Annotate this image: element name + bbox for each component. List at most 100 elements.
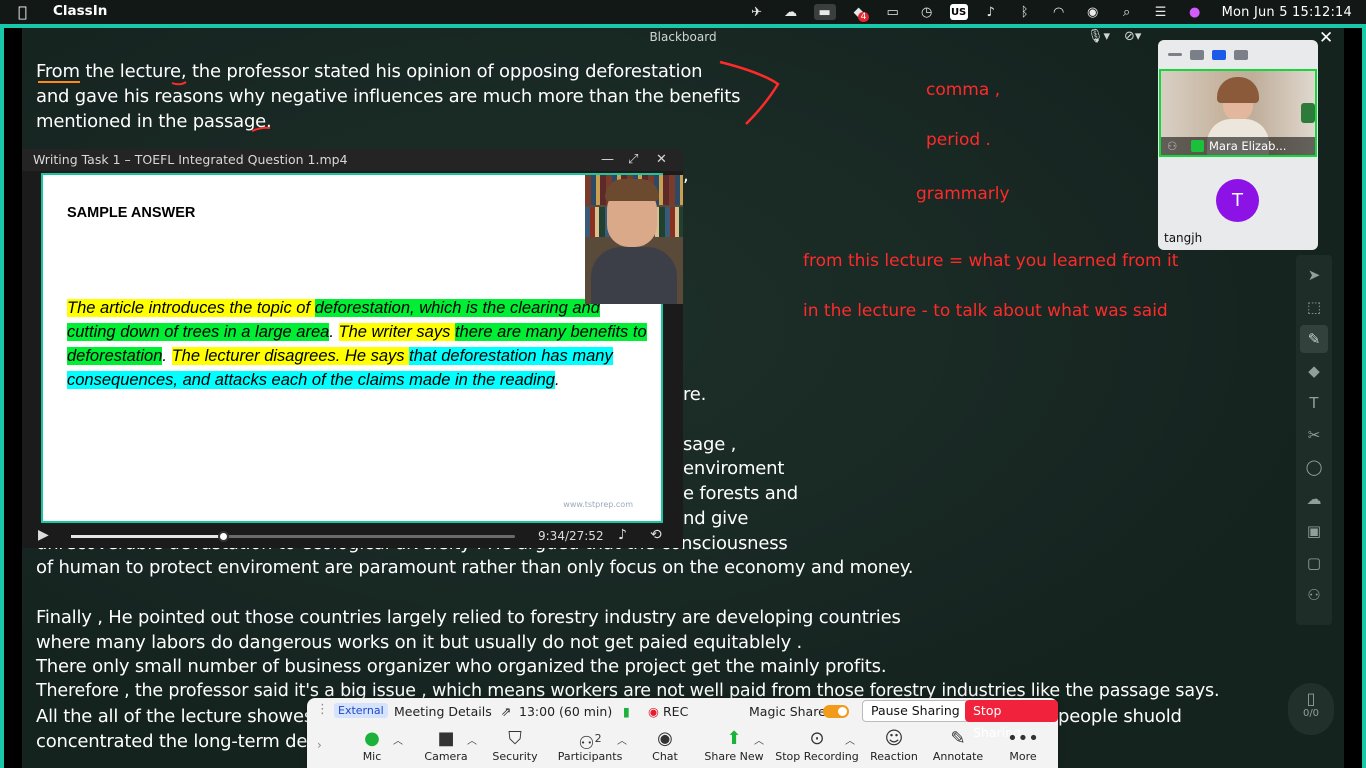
stop-sharing-button[interactable]: Stop Sharing (965, 700, 1058, 740)
minimize-icon[interactable]: — (601, 149, 614, 171)
presenter-body (591, 247, 677, 304)
scrubber-handle[interactable] (218, 531, 230, 542)
select-tool-icon[interactable]: ⬚ (1300, 293, 1328, 321)
blackboard-line: where many labors do dangerous works on … (36, 632, 803, 653)
annotate-button[interactable]: ✎ Annotate (923, 728, 993, 763)
record-options-chevron-icon[interactable]: ︿ (845, 732, 855, 747)
share-options-chevron-icon[interactable]: ︿ (754, 732, 764, 747)
loop-icon[interactable]: ⟲ (650, 527, 662, 543)
speaker-dropdown-icon[interactable]: ⊘▾ (1124, 29, 1141, 44)
text-tool-icon[interactable]: T (1300, 389, 1328, 417)
external-badge: External (334, 703, 388, 718)
presenter-video (585, 175, 683, 304)
chat-button[interactable]: ◉ Chat (630, 728, 700, 763)
magic-share-label: Magic Share (749, 704, 826, 719)
participant-avatar[interactable]: T (1216, 179, 1259, 222)
self-video-tile[interactable]: ⚇ Mara Elizab... (Me) (1159, 69, 1317, 157)
mic-options-chevron-icon[interactable]: ︿ (393, 732, 403, 747)
blackboard-line: of human to protect enviroment are param… (36, 557, 914, 578)
time-machine-icon[interactable]: ◷ (916, 4, 938, 20)
close-icon[interactable]: ✕ (1319, 28, 1333, 48)
signal-icon: ▮ (623, 704, 630, 719)
shield-icon: ⛉ (508, 728, 522, 749)
menu-bar:  ClassIn ✈ ☁ ▬ ◆4 ▭ ◷ US ♪ ᛒ ◠ ◉ ⌕ ☰ ● … (0, 0, 1366, 24)
share-status-icon (1191, 140, 1204, 152)
control-center-icon[interactable]: ☰ (1150, 4, 1172, 20)
view-switcher (1158, 40, 1318, 69)
blackboard-line: e forests and (683, 483, 799, 504)
more-button[interactable]: ••• More (988, 728, 1058, 763)
video-controls: ▶ 9:34/27:52 ♪ ⟲ (22, 525, 683, 548)
camera-options-chevron-icon[interactable]: ︿ (467, 732, 477, 747)
record-dot-icon: ◉ (648, 704, 659, 719)
drag-handle-icon[interactable]: ⋮ (316, 702, 329, 717)
reaction-button[interactable]: ☺ Reaction (859, 728, 929, 763)
apple-menu-icon[interactable]:  (18, 3, 27, 21)
chat-tool-icon[interactable]: ▢ (1300, 549, 1328, 577)
slide-text-segment: The article introduces the topic of (67, 299, 315, 317)
blackboard-line: re. (683, 384, 707, 405)
video-time: 9:34/27:52 (538, 529, 604, 543)
participants-options-chevron-icon[interactable]: ︿ (617, 732, 627, 747)
slide-title: SAMPLE ANSWER (67, 205, 196, 221)
cloud-tool-icon[interactable]: ☁ (1300, 485, 1328, 513)
volume-icon[interactable]: ♪ (980, 4, 1002, 20)
slide-text-segment: . (162, 347, 172, 365)
participants-button[interactable]: ⚇2 Participants (555, 728, 625, 763)
blackboard-line: people shuold (1058, 706, 1182, 727)
scissors-tool-icon[interactable]: ✂ (1300, 421, 1328, 449)
bluetooth-icon[interactable]: ᛒ (1014, 4, 1036, 20)
close-icon[interactable]: ✕ (656, 149, 667, 171)
maximize-icon[interactable]: ⤢ (628, 149, 638, 171)
input-source-icon[interactable]: US (949, 4, 968, 20)
user-icon[interactable]: ◉ (1082, 4, 1104, 20)
security-button[interactable]: ⛉ Security (480, 728, 550, 763)
presenter-hair (605, 179, 659, 201)
collapse-toolbar-icon[interactable]: › (317, 738, 322, 752)
blackboard-line: concentrated the long-term dev (36, 731, 318, 752)
meeting-info-row: ⋮ External Meeting Details ⇗ 13:00 (60 m… (307, 698, 1058, 740)
notification-badge: 4 (857, 12, 870, 22)
gallery-view-icon[interactable] (1234, 49, 1248, 60)
recording-label: REC (663, 704, 689, 719)
pointer-tool-icon[interactable]: ➤ (1300, 261, 1328, 289)
self-name-label: ⚇ Mara Elizab... (Me) (1161, 137, 1315, 155)
play-icon[interactable]: ▶ (38, 527, 49, 543)
video-player-window[interactable]: Writing Task 1 – TOEFL Integrated Questi… (22, 149, 683, 548)
dropbox-icon[interactable]: ◆ 4 (848, 4, 870, 22)
wechat-icon[interactable]: ☁ (780, 4, 802, 20)
meeting-details-link[interactable]: Meeting Details ⇗ (394, 704, 511, 719)
blackboard-line: sage , (683, 434, 737, 455)
eraser-tool-icon[interactable]: ◆ (1300, 357, 1328, 385)
blackboard-line: mentioned in the passage. (36, 111, 272, 132)
page-counter[interactable]: ▯ 0/0 (1288, 683, 1334, 735)
participants-count: 2 (594, 732, 602, 745)
siri-icon[interactable]: ● (1184, 4, 1206, 20)
minimize-view-icon[interactable] (1168, 53, 1182, 56)
battery-icon[interactable]: ▭ (882, 4, 904, 20)
blackboard-line: enviroment (683, 458, 785, 479)
hide-video-icon[interactable] (1190, 49, 1204, 60)
spotlight-search-icon[interactable]: ⌕ (1116, 4, 1138, 20)
smiley-icon: ☺ (884, 728, 904, 749)
toolbox-icon[interactable]: ▣ (1300, 517, 1328, 545)
video-titlebar[interactable]: Writing Task 1 – TOEFL Integrated Questi… (22, 149, 683, 171)
scrubber-fill (71, 535, 224, 538)
page-counter-value: 0/0 (1302, 708, 1320, 719)
mic-dropdown-icon[interactable]: 🎙▾ (1087, 29, 1110, 44)
volume-icon[interactable]: ♪ (618, 527, 627, 543)
slide-text-segment: . (554, 371, 560, 389)
app-name-menu[interactable]: ClassIn (53, 3, 107, 19)
members-tool-icon[interactable]: ⚇ (1300, 581, 1328, 609)
menubar-clock[interactable]: Mon Jun 5 15:12:14 (1222, 5, 1352, 20)
timer-tool-icon[interactable]: ◯ (1300, 453, 1328, 481)
pause-sharing-button[interactable]: Pause Sharing (862, 700, 969, 722)
video-scrubber[interactable] (71, 531, 515, 542)
blackboard-toolbar: ➤ ⬚ ✎ ◆ T ✂ ◯ ☁ ▣ ▢ ⚇ (1296, 255, 1332, 625)
wifi-icon[interactable]: ◠ (1048, 4, 1070, 20)
classin-tray-icon[interactable]: ▬ (813, 4, 836, 20)
speaker-view-icon[interactable] (1212, 49, 1226, 60)
pen-tool-icon[interactable]: ✎ (1300, 325, 1328, 353)
airdrop-icon[interactable]: ✈ (746, 4, 768, 20)
magic-share-toggle[interactable] (823, 705, 849, 718)
